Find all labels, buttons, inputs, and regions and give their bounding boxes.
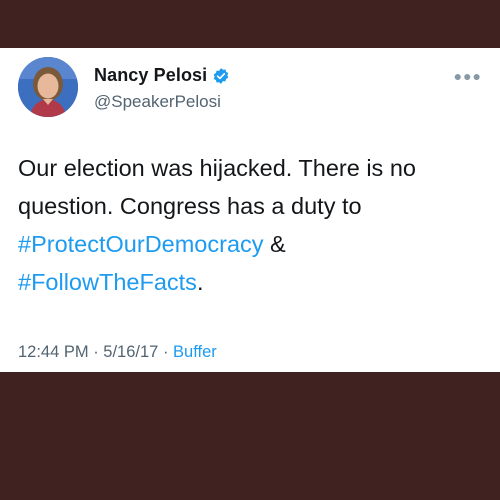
author-name[interactable]: Nancy Pelosi [94, 65, 207, 86]
avatar[interactable] [18, 57, 78, 117]
page: Nancy Pelosi @SpeakerPelosi ●●● Our elec… [0, 0, 500, 500]
period-text: . [196, 269, 204, 295]
hashtag-protect-our-democracy[interactable]: #ProtectOurDemocracy [18, 231, 264, 257]
author-handle[interactable]: @SpeakerPelosi [94, 92, 221, 112]
tweet-text-line1: Our election was hijacked. There is no [18, 155, 416, 181]
tweet-time[interactable]: 12:44 PM [18, 343, 89, 361]
more-icon[interactable]: ●●● [454, 68, 482, 84]
tweet-card: Nancy Pelosi @SpeakerPelosi ●●● Our elec… [0, 48, 500, 372]
ampersand-text: & [263, 231, 286, 257]
verified-badge-icon [212, 67, 230, 85]
tweet-date[interactable]: 5/16/17 [103, 343, 158, 361]
tweet-text-line2: question. Congress has a duty to [18, 193, 362, 219]
meta-separator: · [88, 343, 104, 361]
author-row: Nancy Pelosi [94, 65, 230, 86]
tweet-meta: 12:44 PM · 5/16/17 · Buffer [18, 343, 217, 362]
avatar-image [18, 57, 78, 117]
meta-separator: · [158, 343, 174, 361]
tweet-source[interactable]: Buffer [173, 343, 217, 361]
hashtag-follow-the-facts[interactable]: #FollowTheFacts [18, 269, 197, 295]
tweet-text: Our election was hijacked. There is no q… [18, 149, 488, 301]
